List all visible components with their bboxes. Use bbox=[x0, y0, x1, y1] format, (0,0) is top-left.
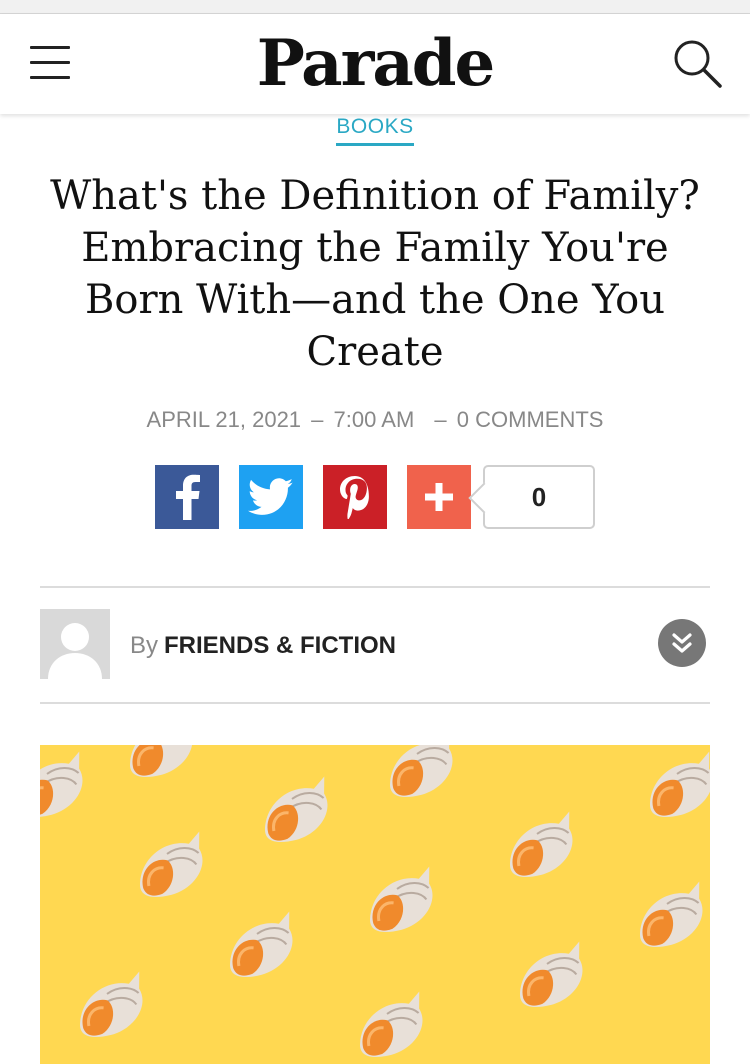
meta-separator: – bbox=[311, 407, 324, 432]
category-tag: BOOKS bbox=[0, 114, 750, 146]
publish-time: 7:00 AM bbox=[333, 407, 415, 432]
seashell-pattern-image bbox=[40, 745, 710, 1064]
author-byline: By FRIENDS & FICTION bbox=[130, 630, 396, 662]
hero-image bbox=[40, 745, 710, 1064]
chevron-double-down-icon[interactable] bbox=[658, 619, 706, 667]
comments-link[interactable]: 0 COMMENTS bbox=[457, 407, 604, 432]
share-count: 0 bbox=[483, 465, 595, 529]
twitter-share-button[interactable] bbox=[239, 465, 303, 529]
plus-icon bbox=[425, 483, 453, 511]
site-header: Parade bbox=[0, 14, 750, 114]
twitter-icon bbox=[248, 478, 294, 515]
divider bbox=[40, 702, 710, 704]
article-meta: APRIL 21, 2021 – 7:00 AM – 0 COMMENTS bbox=[0, 404, 750, 436]
facebook-icon bbox=[176, 474, 200, 520]
browser-top-strip bbox=[0, 0, 750, 14]
pinterest-share-button[interactable] bbox=[323, 465, 387, 529]
article-title: What's the Definition of Family? Embraci… bbox=[50, 173, 700, 375]
divider bbox=[40, 586, 710, 588]
meta-separator: – bbox=[434, 407, 447, 432]
site-logo[interactable]: Parade bbox=[0, 26, 750, 102]
facebook-share-button[interactable] bbox=[155, 465, 219, 529]
by-label: By bbox=[130, 632, 159, 659]
pinterest-icon bbox=[340, 476, 369, 519]
publish-date: APRIL 21, 2021 bbox=[146, 407, 302, 432]
category-link[interactable]: BOOKS bbox=[336, 114, 414, 146]
author-name[interactable]: FRIENDS & FICTION bbox=[164, 632, 396, 659]
default-avatar-icon bbox=[40, 609, 110, 679]
share-count-value: 0 bbox=[531, 481, 547, 512]
search-icon[interactable] bbox=[672, 38, 724, 90]
more-share-button[interactable] bbox=[407, 465, 471, 529]
